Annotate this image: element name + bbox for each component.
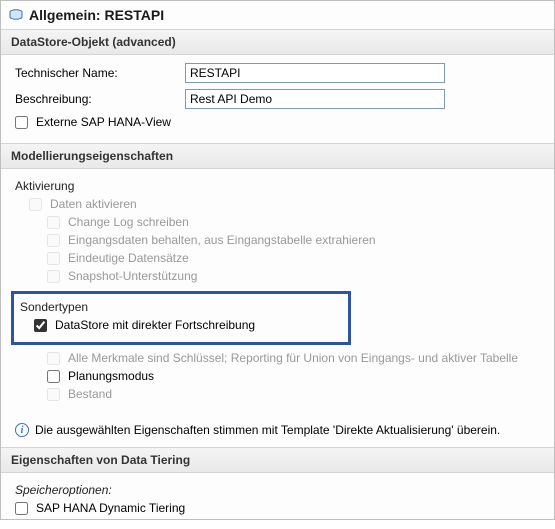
activation-heading: Aktivierung [15, 179, 540, 193]
planning-mode-checkbox[interactable] [47, 370, 60, 383]
section-header-modeling: Modellierungseigenschaften [1, 143, 554, 169]
planning-mode-label: Planungsmodus [68, 369, 154, 383]
description-label: Beschreibung: [15, 92, 185, 106]
activate-data-checkbox [29, 198, 42, 211]
section-body-tiering: Speicheroptionen: SAP HANA Dynamic Tieri… [1, 473, 554, 529]
special-types-heading: Sondertypen [20, 300, 342, 314]
inventory-checkbox [47, 388, 60, 401]
all-keys-label: Alle Merkmale sind Schlüssel; Reporting … [68, 351, 518, 365]
special-types-highlight: Sondertypen DataStore mit direkter Forts… [11, 291, 351, 345]
section-body-modeling: Aktivierung Daten aktivieren Change Log … [1, 169, 554, 415]
dynamic-tiering-checkbox[interactable] [15, 502, 28, 515]
snapshot-checkbox [47, 270, 60, 283]
activate-data-label: Daten aktivieren [50, 197, 137, 211]
tech-name-label: Technischer Name: [15, 66, 185, 80]
external-hana-view-checkbox[interactable] [15, 116, 28, 129]
keep-inbound-label: Eingangsdaten behalten, aus Eingangstabe… [68, 233, 376, 247]
change-log-checkbox [47, 216, 60, 229]
direct-update-label: DataStore mit direkter Fortschreibung [55, 318, 255, 332]
external-hana-view-label: Externe SAP HANA-View [36, 115, 171, 129]
unique-records-checkbox [47, 252, 60, 265]
properties-panel: Allgemein: RESTAPI DataStore-Objekt (adv… [0, 0, 555, 520]
unique-records-label: Eindeutige Datensätze [68, 251, 189, 265]
all-keys-checkbox [47, 352, 60, 365]
panel-title-bar: Allgemein: RESTAPI [1, 1, 554, 29]
section-body-datastore: Technischer Name: Beschreibung: Externe … [1, 55, 554, 143]
dynamic-tiering-label: SAP HANA Dynamic Tiering [36, 501, 185, 515]
keep-inbound-checkbox [47, 234, 60, 247]
template-info-text: Die ausgewählten Eigenschaften stimmen m… [35, 423, 500, 437]
direct-update-checkbox[interactable] [34, 319, 47, 332]
inventory-label: Bestand [68, 387, 112, 401]
tech-name-input[interactable] [185, 63, 445, 83]
description-input[interactable] [185, 89, 445, 109]
section-header-tiering: Eigenschaften von Data Tiering [1, 447, 554, 473]
section-header-datastore: DataStore-Objekt (advanced) [1, 29, 554, 55]
panel-title: Allgemein: RESTAPI [29, 7, 164, 23]
change-log-label: Change Log schreiben [68, 215, 189, 229]
datastore-icon [9, 9, 23, 21]
snapshot-label: Snapshot-Unterstützung [68, 269, 197, 283]
template-info-row: i Die ausgewählten Eigenschaften stimmen… [1, 415, 554, 447]
storage-options-heading: Speicheroptionen: [15, 483, 540, 497]
info-icon: i [15, 423, 29, 437]
